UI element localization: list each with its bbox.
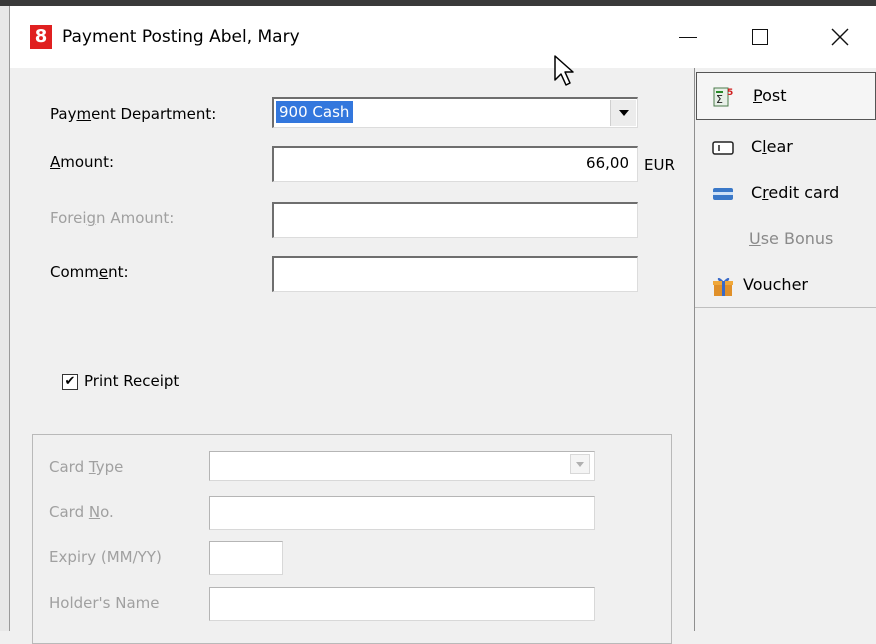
currency-label: EUR — [644, 156, 675, 174]
holder-name-label: Holder's Name — [49, 594, 160, 612]
close-icon — [831, 28, 849, 46]
print-receipt-label[interactable]: Print Receipt — [84, 371, 179, 391]
post-label: Post — [753, 86, 787, 105]
payment-department-value: 900 Cash — [276, 101, 354, 123]
svg-text:5: 5 — [727, 88, 733, 98]
svg-text:Σ: Σ — [716, 93, 723, 106]
print-receipt-checkbox[interactable]: ✔ — [62, 374, 78, 390]
clear-label: Clear — [751, 137, 793, 156]
amount-label: Amount: — [50, 153, 115, 171]
title-bar[interactable]: 8 Payment Posting Abel, Mary — [10, 6, 876, 68]
clear-icon — [711, 137, 735, 159]
payment-posting-window: 8 Payment Posting Abel, Mary Payment Dep… — [10, 6, 876, 644]
amount-value: 66,00 — [586, 154, 629, 172]
card-no-label: Card No. — [49, 503, 114, 521]
voucher-label: Voucher — [743, 275, 808, 294]
close-button[interactable] — [812, 6, 868, 68]
payment-department-label: Payment Department: — [50, 105, 217, 123]
comment-label: Comment: — [50, 263, 129, 281]
expiry-field[interactable] — [209, 541, 283, 575]
credit-card-icon — [711, 183, 735, 205]
expiry-label: Expiry (MM/YY) — [49, 548, 162, 566]
voucher-button[interactable]: Voucher — [695, 262, 876, 308]
use-bonus-button[interactable]: Use Bonus — [695, 216, 876, 262]
amount-field[interactable]: 66,00 — [272, 146, 638, 182]
checkmark-icon: ✔ — [64, 374, 76, 389]
gift-icon — [711, 275, 735, 297]
card-no-field[interactable] — [209, 496, 595, 530]
chevron-down-icon — [576, 461, 584, 467]
dropdown-button[interactable] — [610, 100, 636, 126]
maximize-button[interactable] — [732, 6, 788, 68]
post-icon: Σ 5 — [713, 86, 737, 108]
card-type-dropdown-button[interactable] — [570, 454, 590, 474]
foreign-amount-label: Foreign Amount: — [50, 209, 175, 227]
comment-field[interactable] — [272, 256, 638, 292]
action-panel: Σ 5 Post Clear Credit card Use Bonus Vou… — [694, 68, 876, 631]
background-window-edge — [0, 6, 10, 631]
chevron-down-icon — [618, 110, 629, 116]
card-type-label: Card Type — [49, 458, 124, 476]
foreign-amount-field[interactable] — [272, 202, 638, 238]
credit-card-button[interactable]: Credit card — [695, 170, 876, 216]
minimize-button[interactable] — [660, 6, 716, 68]
card-group: Card Type Card No. Expiry (MM/YY) Holder… — [32, 434, 672, 644]
holder-name-field[interactable] — [209, 587, 595, 621]
clear-button[interactable]: Clear — [695, 124, 876, 170]
card-type-select[interactable] — [209, 451, 595, 481]
payment-department-select[interactable]: 900 Cash — [272, 97, 638, 128]
window-title: Payment Posting Abel, Mary — [62, 27, 300, 47]
app-icon: 8 — [30, 25, 52, 49]
credit-card-label: Credit card — [751, 183, 840, 202]
mouse-cursor-icon — [554, 55, 574, 86]
use-bonus-label: Use Bonus — [749, 229, 834, 248]
post-button[interactable]: Σ 5 Post — [696, 72, 876, 120]
maximize-icon — [752, 29, 768, 45]
minimize-icon — [679, 36, 697, 38]
